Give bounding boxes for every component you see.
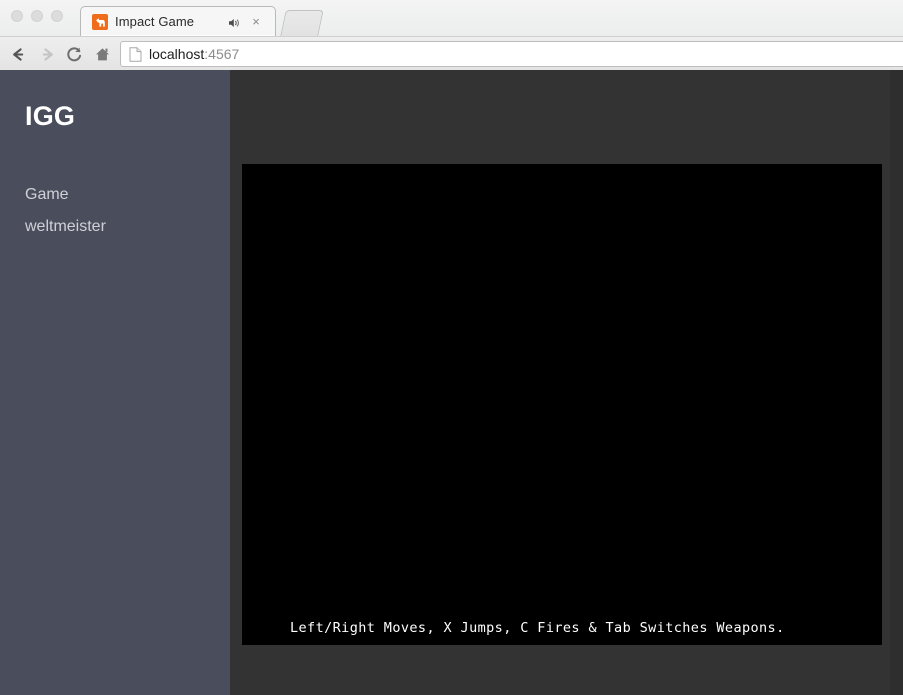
close-icon[interactable]: × bbox=[249, 15, 263, 29]
tab-strip: Impact Game × bbox=[0, 0, 903, 36]
speaker-icon[interactable] bbox=[227, 16, 241, 30]
maximize-window-button[interactable] bbox=[51, 10, 63, 22]
forward-icon[interactable] bbox=[35, 42, 59, 66]
game-hint-text: Left/Right Moves, X Jumps, C Fires & Tab… bbox=[290, 620, 785, 636]
page-title: IGG bbox=[25, 101, 76, 131]
home-icon[interactable] bbox=[90, 42, 114, 66]
browser-window: Impact Game × localhost:4567 IGG Game we… bbox=[0, 0, 903, 695]
sidebar-nav: Game weltmeister bbox=[25, 186, 215, 250]
tab-impact-game[interactable]: Impact Game × bbox=[80, 6, 276, 36]
reload-icon[interactable] bbox=[62, 42, 86, 66]
window-controls bbox=[11, 10, 63, 22]
tab-title: Impact Game bbox=[115, 14, 195, 29]
url-port: :4567 bbox=[204, 46, 240, 62]
close-window-button[interactable] bbox=[11, 10, 23, 22]
sidebar: IGG Game weltmeister bbox=[0, 70, 230, 695]
page-icon bbox=[129, 46, 142, 62]
game-canvas[interactable]: Left/Right Moves, X Jumps, C Fires & Tab… bbox=[242, 164, 882, 645]
address-bar[interactable]: localhost:4567 bbox=[120, 41, 903, 67]
browser-toolbar: localhost:4567 bbox=[0, 36, 903, 70]
sidebar-item-game[interactable]: Game bbox=[25, 186, 215, 204]
page-body: IGG Game weltmeister Left/Right Moves, X… bbox=[0, 70, 903, 695]
browser-chrome: Impact Game × localhost:4567 bbox=[0, 0, 903, 70]
vertical-scrollbar[interactable] bbox=[890, 70, 903, 695]
sidebar-item-weltmeister[interactable]: weltmeister bbox=[25, 218, 215, 236]
impact-llama-favicon bbox=[92, 14, 108, 30]
main-content: Left/Right Moves, X Jumps, C Fires & Tab… bbox=[230, 70, 903, 695]
back-icon[interactable] bbox=[6, 42, 30, 66]
minimize-window-button[interactable] bbox=[31, 10, 43, 22]
url-host: localhost bbox=[149, 46, 205, 62]
new-tab-button[interactable] bbox=[280, 10, 324, 36]
